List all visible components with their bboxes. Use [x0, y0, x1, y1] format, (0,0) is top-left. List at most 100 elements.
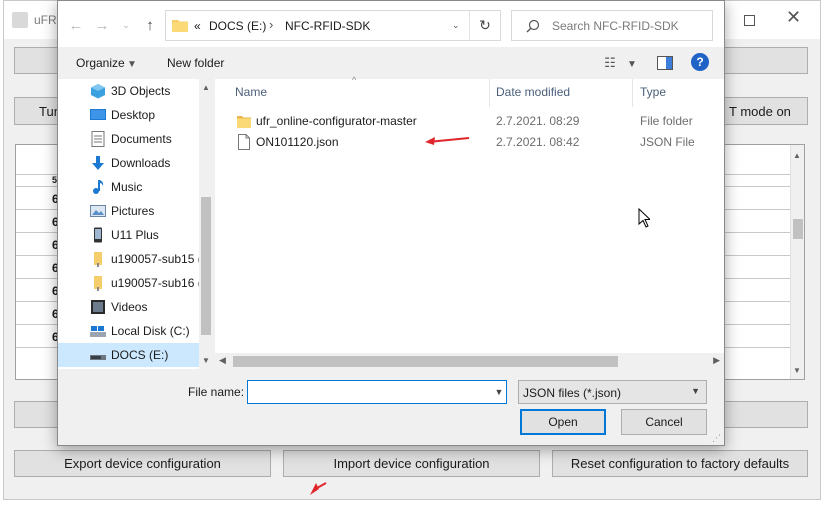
nav-item-docs-drive[interactable]: DOCS (E:) [58, 343, 199, 367]
column-header-name[interactable]: Name [235, 85, 267, 99]
nav-item-label: Pictures [111, 204, 155, 218]
file-type-filter-value: JSON files (*.json) [523, 386, 622, 400]
file-type: File folder [640, 114, 693, 128]
nav-item-label: 3D Objects [111, 84, 171, 98]
nav-item-u190057-sub16[interactable]: u190057-sub16 ( [58, 271, 199, 295]
open-button[interactable]: Open [520, 409, 606, 435]
documents-icon [91, 131, 105, 147]
nav-item-label: U11 Plus [111, 228, 159, 242]
import-config-button[interactable]: Import device configuration [283, 450, 540, 477]
videos-icon [91, 300, 105, 314]
nav-item-music[interactable]: Music [58, 175, 199, 199]
file-name-label: File name: [188, 385, 245, 399]
grid-vertical-scrollbar[interactable]: ▲ ▼ [790, 145, 804, 379]
nav-item-local-disk[interactable]: Local Disk (C:) [58, 319, 199, 343]
help-icon[interactable]: ? [691, 53, 709, 71]
list-item[interactable]: ufr_online-configurator-master 2.7.2021.… [215, 110, 724, 131]
file-date: 2.7.2021. 08:42 [496, 135, 580, 149]
file-name-dropdown-icon[interactable]: ▼ [491, 380, 507, 404]
scroll-thumb[interactable] [201, 197, 211, 335]
search-placeholder: Search NFC-RFID-SDK [552, 19, 679, 33]
open-file-dialog: ← → ⌄ ↑ « DOCS (E:) › NFC-RFID-SDK ⌄ ↻ S… [57, 0, 725, 446]
file-icon [238, 134, 250, 150]
navigation-pane: 3D Objects Desktop Documents Downloads M… [58, 79, 213, 369]
breadcrumb-folder[interactable]: NFC-RFID-SDK [285, 19, 370, 33]
nav-item-label: Music [111, 180, 143, 194]
nav-item-label: Local Disk (C:) [111, 324, 190, 338]
mouse-cursor-icon [638, 208, 650, 228]
scroll-up-icon[interactable]: ▲ [793, 151, 801, 160]
app-logo-icon [12, 12, 28, 28]
organize-menu[interactable]: Organize [76, 56, 125, 70]
up-arrow-icon[interactable]: ↑ [140, 15, 160, 35]
scroll-up-icon[interactable]: ▲ [202, 83, 210, 92]
recent-locations-chevron-icon[interactable]: ⌄ [116, 15, 136, 35]
sort-ascending-icon: ^ [352, 75, 357, 85]
cancel-button[interactable]: Cancel [621, 409, 707, 435]
nav-item-videos[interactable]: Videos [58, 295, 199, 319]
nav-item-pictures[interactable]: Pictures [58, 199, 199, 223]
nav-item-desktop[interactable]: Desktop [58, 103, 199, 127]
refresh-icon[interactable]: ↻ [469, 11, 500, 40]
back-arrow-icon[interactable]: ← [66, 15, 86, 35]
nav-item-documents[interactable]: Documents [58, 127, 199, 151]
preview-pane-icon[interactable] [657, 55, 673, 71]
address-overflow[interactable]: « [194, 19, 201, 33]
organize-dropdown-icon[interactable]: ▼ [127, 56, 137, 72]
breadcrumb-chevron-icon[interactable]: › [269, 17, 273, 32]
view-details-icon[interactable]: ☷ [602, 55, 618, 71]
nav-item-u190057-sub15[interactable]: u190057-sub15 ( [58, 247, 199, 271]
column-header-date[interactable]: Date modified [496, 85, 570, 99]
address-bar[interactable]: « DOCS (E:) › NFC-RFID-SDK ⌄ ↻ [165, 10, 501, 41]
export-config-button[interactable]: Export device configuration [14, 450, 271, 477]
command-bar: Organize ▼ New folder ☷ ▼ ? [58, 47, 724, 79]
nav-item-downloads[interactable]: Downloads [58, 151, 199, 175]
downloads-icon [92, 156, 104, 170]
file-date: 2.7.2021. 08:29 [496, 114, 580, 128]
nav-item-label: Videos [111, 300, 148, 314]
background-title: uFR [34, 13, 57, 27]
folder-icon [172, 20, 188, 32]
scroll-right-icon[interactable]: ▶ [713, 355, 720, 366]
breadcrumb-drive[interactable]: DOCS (E:) [209, 19, 266, 33]
nav-item-label: u190057-sub16 ( [111, 276, 199, 290]
close-icon[interactable]: ✕ [786, 8, 802, 26]
nav-item-label: Downloads [111, 156, 171, 170]
maximize-icon[interactable] [744, 15, 755, 26]
search-box[interactable]: Search NFC-RFID-SDK [511, 10, 713, 41]
file-name: ufr_online-configurator-master [256, 114, 417, 128]
scroll-thumb[interactable] [233, 356, 618, 367]
search-icon [526, 19, 540, 33]
address-dropdown-icon[interactable]: ⌄ [452, 20, 460, 31]
nav-item-3d-objects[interactable]: 3D Objects [58, 79, 199, 103]
scroll-thumb[interactable] [793, 219, 803, 239]
phone-icon [94, 227, 102, 243]
scroll-down-icon[interactable]: ▼ [202, 356, 210, 365]
scroll-left-icon[interactable]: ◀ [219, 355, 226, 366]
nav-item-label: DOCS (E:) [111, 348, 169, 362]
column-divider[interactable] [489, 79, 490, 107]
folder-icon [94, 252, 102, 267]
forward-arrow-icon[interactable]: → [92, 15, 112, 35]
desktop-icon [90, 109, 106, 120]
column-header-type[interactable]: Type [640, 85, 666, 99]
nav-pane-scrollbar[interactable]: ▲ ▼ [199, 79, 213, 369]
annotation-arrow-icon [310, 482, 327, 495]
reset-config-button[interactable]: Reset configuration to factory defaults [552, 450, 808, 477]
nav-item-u11-plus[interactable]: U11 Plus [58, 223, 199, 247]
file-type-filter[interactable]: JSON files (*.json) ▼ [518, 380, 707, 404]
scroll-down-icon[interactable]: ▼ [793, 366, 801, 375]
view-dropdown-icon[interactable]: ▼ [627, 56, 637, 72]
resize-grip-icon[interactable]: ⋰ [712, 433, 721, 444]
3d-objects-icon [91, 84, 105, 99]
new-folder-button[interactable]: New folder [167, 56, 224, 70]
file-name-input[interactable] [247, 380, 507, 404]
chevron-down-icon: ▼ [691, 386, 700, 396]
folder-icon [237, 116, 251, 128]
file-type: JSON File [640, 135, 695, 149]
disk-icon [90, 326, 106, 337]
column-divider[interactable] [632, 79, 633, 107]
file-list-horizontal-scrollbar[interactable]: ◀ ▶ [215, 353, 724, 369]
mode-button[interactable]: T mode on [714, 97, 808, 125]
pictures-icon [90, 205, 106, 217]
